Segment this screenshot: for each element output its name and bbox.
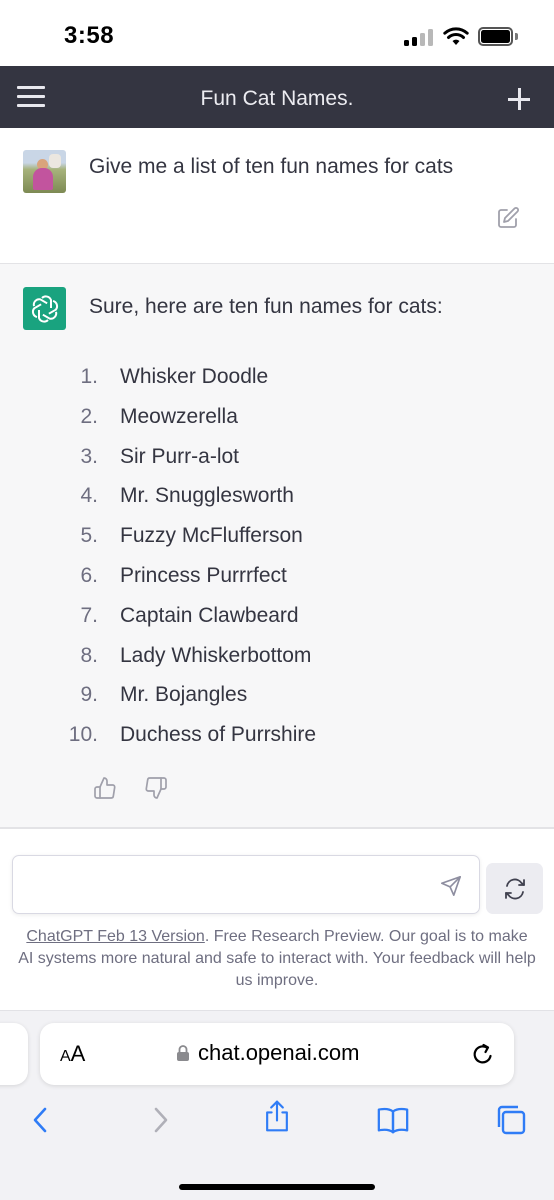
cat-name: Whisker Doodle bbox=[120, 365, 269, 388]
cat-name: Sir Purr-a-lot bbox=[120, 444, 240, 468]
cat-name: Mr. Snugglesworth bbox=[120, 484, 294, 508]
lock-icon bbox=[177, 1045, 189, 1061]
user-message-text: Give me a list of ten fun names for cats bbox=[89, 155, 454, 178]
cellular-signal-icon bbox=[404, 28, 434, 46]
assistant-message: Sure, here are ten fun names for cats: 1… bbox=[0, 264, 554, 827]
cat-name: Duchess of Purrshire bbox=[120, 723, 317, 747]
list-item: 5. Fuzzy McFlufferson bbox=[0, 519, 554, 559]
browser-toolbar bbox=[0, 1099, 554, 1143]
assistant-intro-text: Sure, here are ten fun names for cats: bbox=[89, 295, 443, 318]
list-number: 6. bbox=[80, 563, 98, 587]
previous-tab-card[interactable] bbox=[0, 1023, 28, 1085]
list-number: 1. bbox=[80, 365, 98, 388]
cat-name: Fuzzy McFlufferson bbox=[120, 524, 303, 548]
aa-small: A bbox=[60, 1048, 71, 1065]
divider bbox=[0, 827, 554, 829]
list-number: 10. bbox=[68, 723, 98, 747]
cat-name: Meowzerella bbox=[120, 404, 238, 428]
message-composer bbox=[12, 855, 480, 914]
list-item: 3. Sir Purr-a-lot bbox=[0, 440, 554, 480]
list-number: 9. bbox=[80, 683, 98, 707]
message-input[interactable] bbox=[23, 866, 423, 904]
list-item: 9. Mr. Bojangles bbox=[0, 678, 554, 718]
share-icon[interactable] bbox=[260, 1099, 294, 1133]
list-item: 10. Duchess of Purrshire bbox=[0, 718, 554, 758]
status-bar: 3:58 bbox=[0, 0, 554, 66]
chevron-left-icon[interactable] bbox=[24, 1103, 58, 1137]
browser-chrome: AA chat.openai.com bbox=[0, 1010, 554, 1200]
regenerate-button[interactable] bbox=[486, 863, 543, 914]
cat-name: Lady Whiskerbottom bbox=[120, 643, 312, 667]
thumbs-down-icon[interactable] bbox=[144, 776, 168, 800]
list-number: 5. bbox=[80, 524, 98, 548]
chatgpt-avatar bbox=[23, 287, 66, 330]
version-link[interactable]: ChatGPT Feb 13 Version bbox=[26, 928, 204, 945]
list-number: 3. bbox=[80, 444, 98, 468]
user-message: Give me a list of ten fun names for cats bbox=[0, 128, 554, 264]
aa-large: A bbox=[70, 1041, 86, 1066]
status-time: 3:58 bbox=[64, 22, 115, 49]
address-bar[interactable]: AA chat.openai.com bbox=[40, 1023, 514, 1085]
refresh-icon bbox=[504, 878, 525, 899]
conversation-title: Fun Cat Names. bbox=[200, 87, 354, 110]
tabs-icon[interactable] bbox=[494, 1103, 528, 1137]
user-avatar bbox=[23, 150, 66, 193]
reload-icon[interactable] bbox=[470, 1042, 496, 1068]
list-number: 4. bbox=[80, 484, 98, 508]
list-item: 2. Meowzerella bbox=[0, 400, 554, 440]
chevron-right-icon[interactable] bbox=[143, 1103, 177, 1137]
list-item: 1. Whisker Doodle bbox=[0, 360, 554, 400]
app-header: Fun Cat Names. bbox=[0, 66, 554, 128]
book-icon[interactable] bbox=[376, 1103, 410, 1137]
battery-icon bbox=[478, 27, 518, 46]
thumbs-up-icon[interactable] bbox=[93, 776, 117, 800]
cat-names-list: 1. Whisker Doodle 2. Meowzerella 3. Sir Pur… bbox=[0, 360, 554, 758]
home-indicator bbox=[179, 1184, 375, 1190]
edit-icon[interactable] bbox=[496, 206, 520, 230]
wifi-icon bbox=[443, 27, 469, 45]
url-text: chat.openai.com bbox=[198, 1040, 360, 1065]
list-item: 8. Lady Whiskerbottom bbox=[0, 639, 554, 679]
cat-name: Captain Clawbeard bbox=[120, 603, 299, 627]
list-number: 2. bbox=[80, 404, 98, 428]
cat-name: Princess Purrrfect bbox=[120, 563, 287, 587]
cat-name: Mr. Bojangles bbox=[120, 683, 248, 707]
list-item: 6. Princess Purrrfect bbox=[0, 559, 554, 599]
paper-plane-icon[interactable] bbox=[439, 875, 463, 897]
url-display[interactable]: chat.openai.com bbox=[176, 1040, 359, 1066]
new-chat-button[interactable] bbox=[506, 86, 532, 112]
openai-logo-icon bbox=[31, 294, 58, 323]
list-number: 8. bbox=[80, 643, 98, 667]
list-number: 7. bbox=[80, 603, 98, 627]
reader-options-button[interactable]: AA bbox=[60, 1041, 85, 1067]
list-item: 7. Captain Clawbeard bbox=[0, 599, 554, 639]
footer-disclaimer: ChatGPT Feb 13 Version. Free Research Pr… bbox=[18, 926, 536, 992]
list-item: 4. Mr. Snugglesworth bbox=[0, 479, 554, 519]
